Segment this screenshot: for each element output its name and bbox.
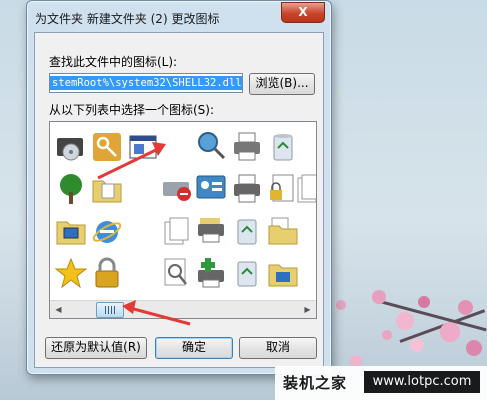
watermark-url: www.lotpc.com [364, 371, 480, 393]
annotation-arrowhead-icon [152, 142, 166, 156]
annotation-arrowhead-icon [122, 300, 136, 314]
watermark-site-name: 装机之家 [283, 374, 348, 392]
annotation-arrow [97, 146, 161, 180]
annotation-arrow [129, 306, 191, 326]
watermark: 装机之家 www.lotpc.com [275, 366, 487, 400]
annotation-arrows [97, 142, 191, 326]
